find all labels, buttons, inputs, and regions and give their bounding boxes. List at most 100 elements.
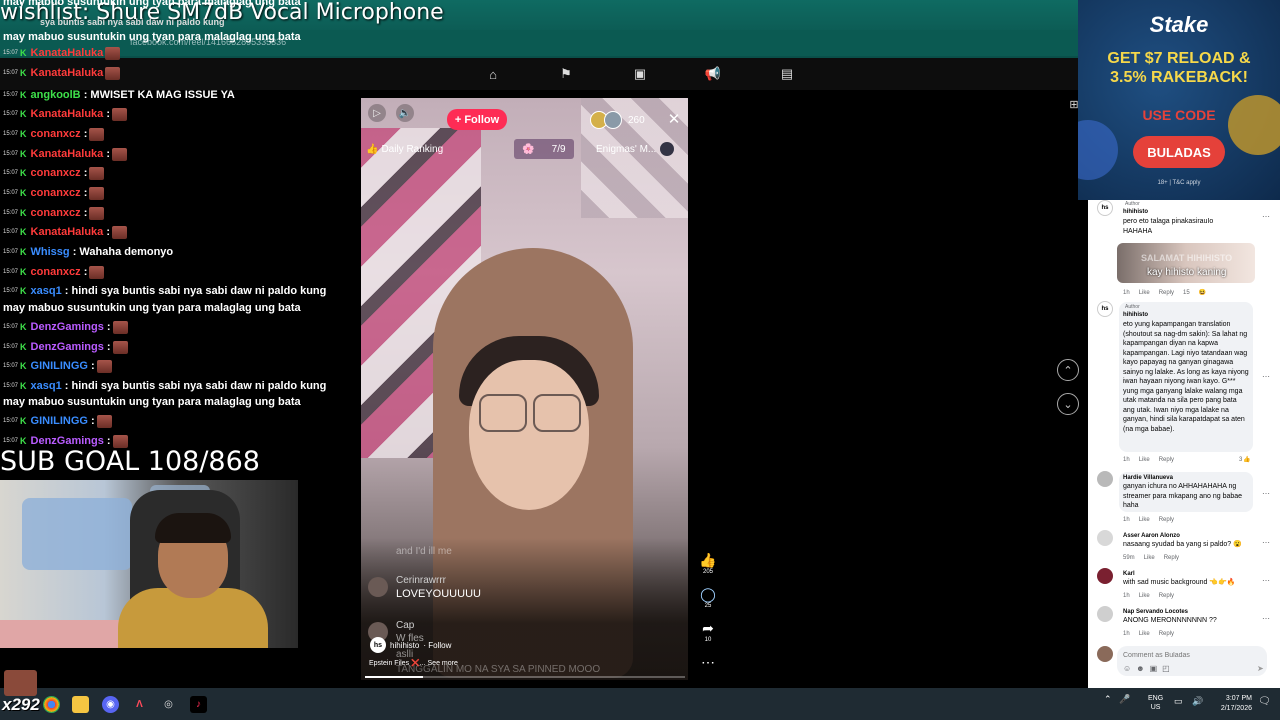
more-icon[interactable]: ⋯ xyxy=(1262,372,1270,381)
microphone-icon[interactable]: 🎤 xyxy=(1119,694,1130,704)
like-link[interactable]: Like xyxy=(1139,457,1150,463)
chat-message: 15:07 K DenzGamings : xyxy=(3,339,323,355)
comment-author[interactable]: hihihisto xyxy=(1123,209,1148,215)
like-link[interactable]: Like xyxy=(1139,517,1150,523)
creator-follow-link[interactable]: · Follow xyxy=(423,641,451,650)
chat-username[interactable]: conanxcz xyxy=(31,167,81,179)
kick-badge-icon: K xyxy=(20,90,27,100)
more-icon[interactable]: ⋯ xyxy=(1262,538,1270,547)
chat-username[interactable]: GINILINGG xyxy=(31,360,88,372)
megaphone-icon[interactable]: 📢 xyxy=(703,64,723,84)
chat-username[interactable]: GINILINGG xyxy=(31,415,88,427)
reply-link[interactable]: Reply xyxy=(1159,457,1174,463)
gaming-icon[interactable]: ▤ xyxy=(777,64,797,84)
follow-button[interactable]: + Follow xyxy=(447,109,507,130)
like-link[interactable]: Like xyxy=(1139,631,1150,637)
rank-badge[interactable]: 🌸 7/9 xyxy=(514,139,574,159)
folder-icon[interactable] xyxy=(72,696,89,713)
scroll-down-icon[interactable]: ⌄ xyxy=(1057,393,1079,415)
network-icon[interactable]: ▭ xyxy=(1174,696,1183,707)
comment-author[interactable]: Hardie Villanueva xyxy=(1123,475,1173,481)
volume-icon[interactable]: 🔊 xyxy=(1192,696,1203,707)
reply-link[interactable]: Reply xyxy=(1164,555,1179,561)
chat-username[interactable]: xasq1 xyxy=(31,285,62,297)
more-icon[interactable]: ⋯ xyxy=(1262,576,1270,585)
play-icon[interactable]: ▷ xyxy=(368,104,386,122)
like-link[interactable]: Like xyxy=(1139,593,1150,599)
chat-username[interactable]: angkoolB xyxy=(31,89,81,101)
notification-icon[interactable]: 🗨 xyxy=(1258,696,1271,707)
enigmas-badge[interactable]: Enigmas' M... xyxy=(596,139,684,159)
creator-avatar[interactable]: hs xyxy=(370,637,386,653)
chat-username[interactable]: Whissg xyxy=(31,246,70,258)
discord-icon[interactable]: ◉ xyxy=(102,696,119,713)
avatar[interactable]: hs xyxy=(1097,200,1113,216)
flag-icon[interactable]: ⚑ xyxy=(556,64,576,84)
share-action[interactable]: ➦ 10 xyxy=(697,620,719,643)
ad-code-button[interactable]: BULADAS xyxy=(1133,136,1225,168)
avatar[interactable]: hs xyxy=(1097,301,1113,317)
clock[interactable]: 3:07 PM 2/17/2026 xyxy=(1212,694,1252,714)
comment-input[interactable] xyxy=(1123,649,1263,661)
reply-link[interactable]: Reply xyxy=(1159,593,1174,599)
tiktok-icon[interactable]: ♪ xyxy=(190,696,207,713)
comment-action[interactable]: ◯ 25 xyxy=(697,586,719,609)
chat-username[interactable]: conanxcz xyxy=(31,187,81,199)
comment-composer[interactable]: ☺☻▣◰ ➤ xyxy=(1117,646,1267,676)
app-icon[interactable]: Λ xyxy=(131,696,148,713)
video-progress-bar[interactable] xyxy=(365,676,685,678)
avatar[interactable] xyxy=(1097,568,1113,584)
more-icon[interactable]: ⋯ xyxy=(1262,212,1270,221)
like-link[interactable]: Like xyxy=(1139,290,1150,296)
comment-author[interactable]: Asser Aaron Alonzo xyxy=(1123,533,1180,539)
reel-caption[interactable]: Epstein Files ❌... See more xyxy=(369,659,458,667)
chat-username[interactable]: conanxcz xyxy=(31,207,81,219)
close-icon[interactable]: ✕ xyxy=(664,109,684,129)
chat-username[interactable]: KanataHaluka xyxy=(31,108,104,120)
more-icon[interactable]: ⋯ xyxy=(1262,614,1270,623)
obs-icon[interactable]: ◎ xyxy=(160,696,177,713)
avatar[interactable] xyxy=(1097,606,1113,622)
marketplace-icon[interactable]: ▣ xyxy=(630,64,650,84)
chat-username[interactable]: xasq1 xyxy=(31,380,62,392)
daily-ranking[interactable]: 👍 Daily Ranking xyxy=(366,139,443,159)
comment-author[interactable]: Karl xyxy=(1123,571,1135,577)
chat-text: : MWISET KA MAG ISSUE YA xyxy=(80,89,235,101)
language-indicator[interactable]: ENG US xyxy=(1148,694,1163,712)
volume-icon[interactable]: 🔈 xyxy=(396,104,414,122)
reply-link[interactable]: Reply xyxy=(1159,631,1174,637)
reply-link[interactable]: Reply xyxy=(1159,517,1174,523)
chat-wrap-line: may mabuo susuntukin ung tyan para malag… xyxy=(3,396,301,408)
chat-message: 15:07 Kconanxcz : xyxy=(3,185,323,201)
like-action[interactable]: 👍 205 xyxy=(697,552,719,575)
reply-link[interactable]: Reply xyxy=(1159,290,1174,296)
chat-username[interactable]: conanxcz xyxy=(31,266,81,278)
chat-username[interactable]: KanataHaluka xyxy=(31,47,104,59)
scroll-up-icon[interactable]: ⌃ xyxy=(1057,359,1079,381)
like-link[interactable]: Like xyxy=(1144,555,1155,561)
comment-author[interactable]: hihihisto xyxy=(1123,312,1148,318)
stake-ad[interactable]: Stake GET $7 RELOAD & 3.5% RAKEBACK! USE… xyxy=(1078,0,1280,200)
composer-tools[interactable]: ☺☻▣◰ xyxy=(1123,664,1175,673)
chat-username[interactable]: KanataHaluka xyxy=(31,67,104,79)
chat-username[interactable]: KanataHaluka xyxy=(31,226,104,238)
more-action[interactable]: ⋯ xyxy=(697,654,719,671)
more-icon[interactable]: ⋯ xyxy=(1262,489,1270,498)
chat-timestamp: 15:07 xyxy=(3,92,19,99)
avatar[interactable] xyxy=(1097,471,1113,487)
comment-author[interactable]: Nap Servando Locotes xyxy=(1123,609,1188,615)
chat-timestamp: 15:07 xyxy=(3,229,19,236)
avatar[interactable] xyxy=(1097,530,1113,546)
chrome-icon[interactable] xyxy=(43,696,60,713)
chat-message: 15:07 KangkoolB : MWISET KA MAG ISSUE YA xyxy=(3,87,323,103)
system-tray[interactable]: ⌃ 🎤 xyxy=(1104,694,1130,705)
chat-username[interactable]: KanataHaluka xyxy=(31,148,104,160)
language-code: ENG xyxy=(1148,695,1164,702)
creator-name[interactable]: hihihisto xyxy=(390,641,419,650)
chevron-up-icon[interactable]: ⌃ xyxy=(1104,694,1112,704)
home-icon[interactable]: ⌂ xyxy=(483,64,503,84)
chat-username[interactable]: conanxcz xyxy=(31,128,81,140)
send-icon[interactable]: ➤ xyxy=(1257,664,1264,673)
chat-username[interactable]: DenzGamings xyxy=(31,321,104,333)
chat-username[interactable]: DenzGamings xyxy=(31,341,104,353)
